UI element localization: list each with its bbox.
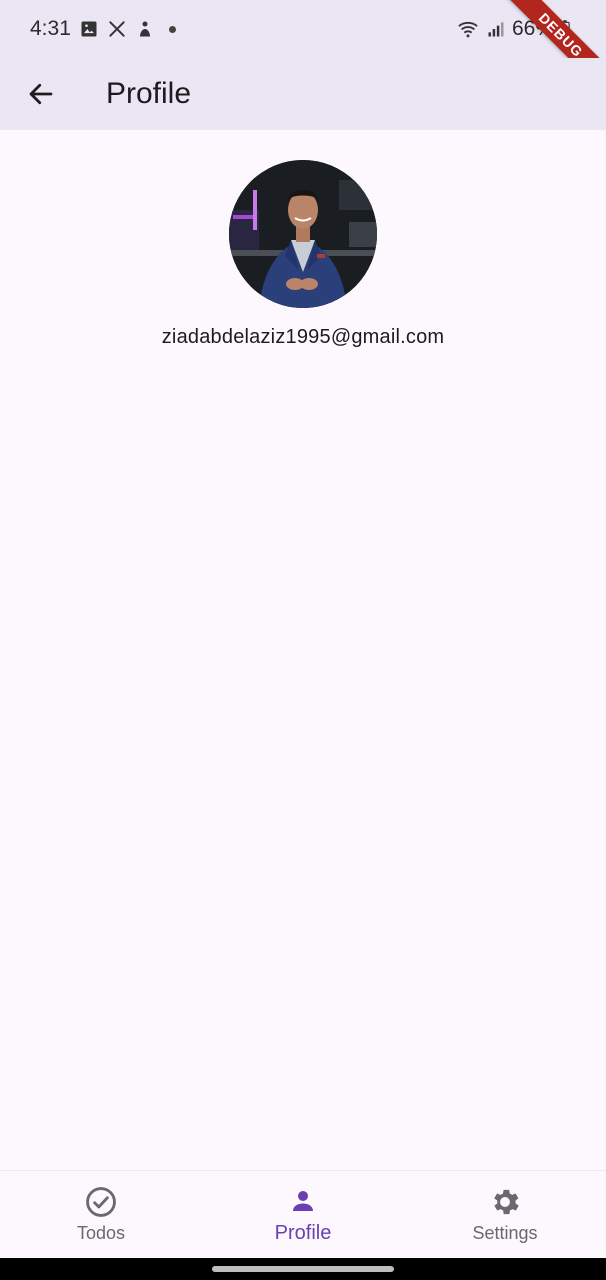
check-circle-icon — [84, 1185, 118, 1219]
dot-icon — [168, 25, 176, 33]
signal-icon — [488, 22, 504, 37]
nav-item-profile[interactable]: Profile — [202, 1171, 404, 1258]
system-gesture-bar — [0, 1258, 606, 1280]
profile-email: ziadabdelaziz1995@gmail.com — [161, 326, 445, 348]
gear-icon — [488, 1185, 522, 1219]
avatar-photo — [229, 160, 377, 308]
app-bar: Profile — [0, 58, 606, 130]
arrow-left-icon — [29, 83, 53, 105]
back-button[interactable] — [13, 66, 69, 122]
nav-label-profile: Profile — [274, 1222, 332, 1244]
home-gesture-handle[interactable] — [212, 1266, 394, 1272]
status-left: 4:31 — [30, 17, 176, 41]
nav-item-todos[interactable]: Todos — [0, 1171, 202, 1258]
status-time: 4:31 — [30, 17, 71, 40]
status-bar: 4:31 66% — [0, 0, 606, 58]
nav-label-todos: Todos — [76, 1223, 126, 1243]
avatar — [229, 160, 377, 308]
wifi-icon — [458, 21, 478, 38]
status-right: 66% — [456, 17, 570, 41]
nav-item-settings[interactable]: Settings — [404, 1171, 606, 1258]
tools-icon — [109, 21, 125, 37]
battery-percent: 66% — [511, 17, 554, 40]
profile-content: ziadabdelaziz1995@gmail.com — [0, 130, 606, 1170]
person-icon — [286, 1184, 320, 1218]
image-icon — [81, 21, 97, 37]
nav-label-settings: Settings — [472, 1223, 538, 1243]
page-title: Profile — [106, 77, 192, 110]
bottom-navigation: Todos Profile Settings — [0, 1170, 606, 1258]
figure-icon — [139, 21, 150, 37]
battery-icon — [560, 20, 570, 38]
